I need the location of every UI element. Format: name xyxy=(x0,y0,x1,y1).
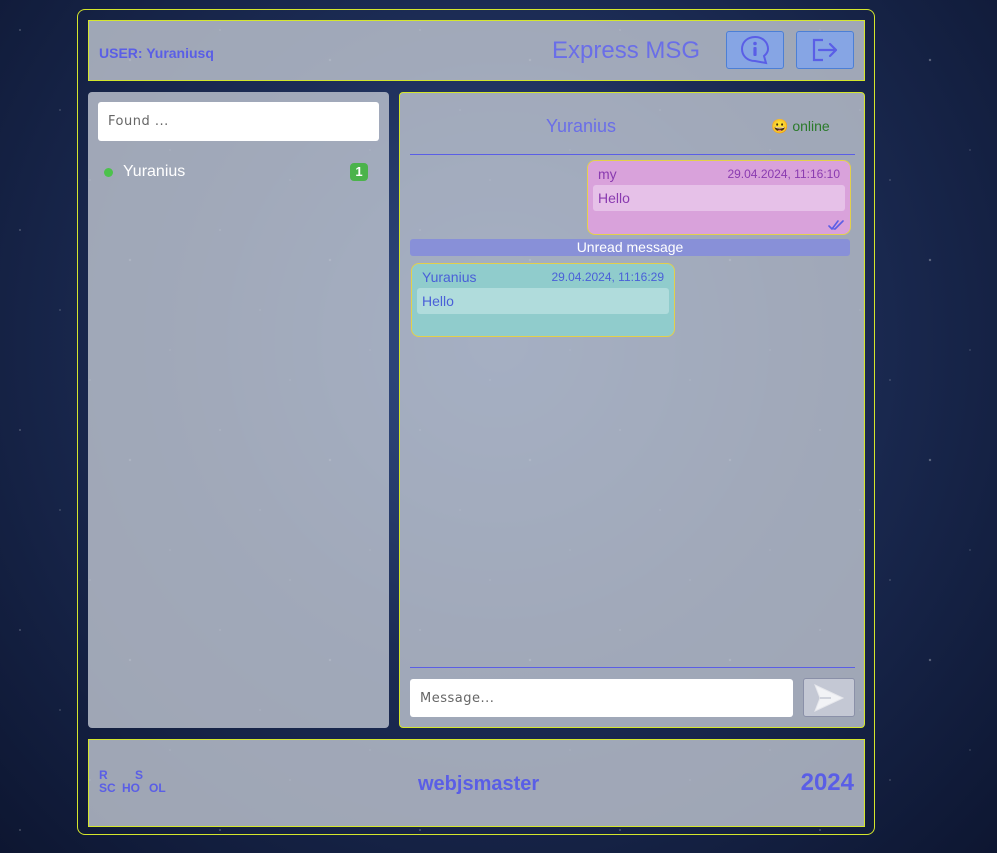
unread-separator: Unread message xyxy=(410,239,850,256)
composer-divider xyxy=(410,667,855,668)
send-button[interactable] xyxy=(803,678,855,717)
message-bubble-incoming[interactable]: Yuranius 29.04.2024, 11:16:29 Hello xyxy=(411,263,675,337)
contact-item[interactable]: Yuranius 1 xyxy=(102,162,368,182)
double-check-icon xyxy=(828,220,844,230)
search-input[interactable] xyxy=(98,102,379,141)
send-icon xyxy=(814,683,845,712)
status-text: online xyxy=(792,118,830,134)
smiley-icon: 😀 xyxy=(771,118,789,134)
app-title: Express MSG xyxy=(552,37,701,64)
message-author: Yuranius xyxy=(422,269,477,285)
contact-name: Yuranius xyxy=(123,163,186,180)
chat-contact-name: Yuranius xyxy=(546,116,617,136)
message-input[interactable] xyxy=(410,679,793,717)
message-author: my xyxy=(598,166,617,182)
chat-contact-status: 😀 online xyxy=(771,118,830,134)
year-label: 2024 xyxy=(800,769,854,796)
author-link[interactable]: webjsmaster xyxy=(418,773,539,795)
chat-header: Yuranius 😀 online xyxy=(410,93,855,155)
message-text: Hello xyxy=(417,288,669,314)
message-bubble-outgoing[interactable]: my 29.04.2024, 11:16:10 Hello xyxy=(587,160,851,235)
rs-school-logo[interactable]: R S SC HO OL xyxy=(99,769,171,797)
header: USER: Yuraniusq Express MSG xyxy=(88,20,865,81)
unread-count-badge: 1 xyxy=(350,163,368,181)
chat-panel: Yuranius 😀 online my 29.04.2024, 11:16:1… xyxy=(399,92,865,728)
contacts-sidebar: Yuranius 1 xyxy=(88,92,389,728)
message-time: 29.04.2024, 11:16:10 xyxy=(727,167,840,181)
logout-button[interactable] xyxy=(796,31,854,69)
footer: R S SC HO OL webjsmaster 2024 xyxy=(88,739,865,827)
logout-icon xyxy=(812,38,838,62)
message-time: 29.04.2024, 11:16:29 xyxy=(551,270,664,284)
online-status-dot xyxy=(104,168,113,177)
current-user-label: USER: Yuraniusq xyxy=(99,45,214,61)
info-bubble-icon xyxy=(740,35,770,65)
info-button[interactable] xyxy=(726,31,784,69)
message-text: Hello xyxy=(593,185,845,211)
app-frame: USER: Yuraniusq Express MSG Yuranius 1 Y… xyxy=(77,9,875,835)
